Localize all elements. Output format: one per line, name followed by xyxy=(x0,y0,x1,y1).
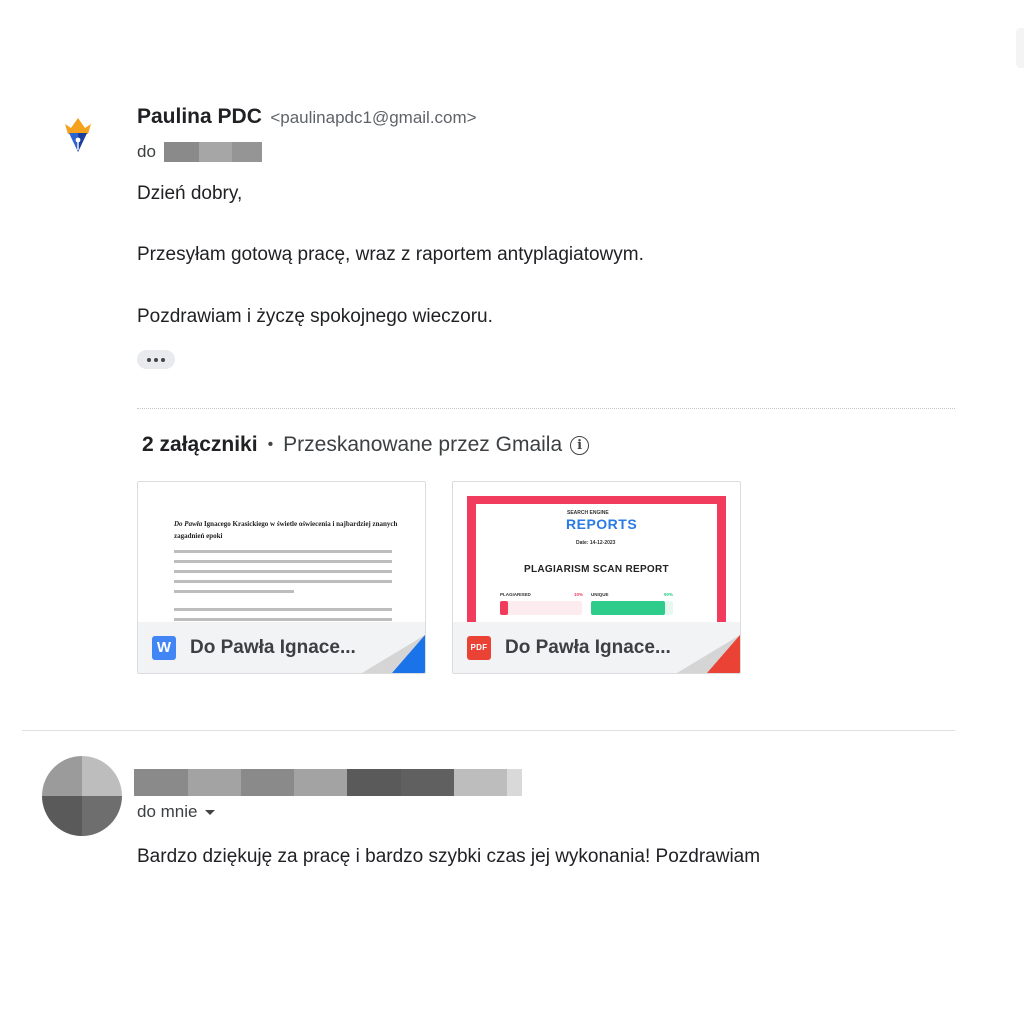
body-closing: Pozdrawiam i życzę spokojnego wieczoru. xyxy=(137,306,493,327)
sender-avatar-redacted[interactable] xyxy=(42,756,122,836)
attachment-preview-document: Do Pawła Ignacego Krasickiego w świetle … xyxy=(138,482,425,622)
separator-dot: • xyxy=(267,436,274,453)
chevron-down-icon xyxy=(205,809,216,815)
scanned-by-gmail-label: Przeskanowane przez Gmaila xyxy=(283,433,563,456)
preview-doc-title: Do Pawła Ignacego Krasickiego w świetle … xyxy=(174,520,398,540)
attachments-count: 2 załączniki xyxy=(142,433,258,456)
attachment-preview-pdf: SEARCH ENGINE REPORTS Date: 14-12-2023 P… xyxy=(453,482,740,622)
body-main: Przesyłam gotową pracę, wraz z raportem … xyxy=(137,244,644,265)
report-logo: REPORTS xyxy=(566,516,638,532)
report-title: PLAGIARISM SCAN REPORT xyxy=(524,564,669,575)
unique-pct: 90% xyxy=(664,592,674,597)
unique-label: UNIQUE xyxy=(591,592,609,597)
sender-avatar-logo xyxy=(62,114,94,154)
to-label: do xyxy=(137,142,156,161)
show-trimmed-content-button[interactable] xyxy=(137,350,175,369)
sender-email: <paulinapdc1@gmail.com> xyxy=(270,108,477,127)
plagiarised-bar-fill xyxy=(500,601,509,615)
file-type-corner-icon xyxy=(362,635,425,673)
plagiarised-pct: 10% xyxy=(574,592,584,597)
attachments-header: 2 załączniki • Przeskanowane przez Gmail… xyxy=(142,433,590,457)
attachment-footer: W Do Pawła Ignace... xyxy=(138,622,425,673)
pdf-preview-page: SEARCH ENGINE REPORTS Date: 14-12-2023 P… xyxy=(476,504,717,622)
attachment-card-pdf[interactable]: SEARCH ENGINE REPORTS Date: 14-12-2023 P… xyxy=(452,481,741,674)
word-doc-icon: W xyxy=(152,635,176,660)
plagiarised-bar xyxy=(500,601,582,615)
ellipsis-dot-icon xyxy=(161,357,165,362)
unique-bar-fill xyxy=(591,601,665,615)
recipient-line: do xyxy=(137,142,262,162)
info-icon[interactable]: i xyxy=(570,435,590,455)
recipient-details-toggle[interactable]: do mnie xyxy=(137,802,216,822)
plagiarised-label: PLAGIARISED xyxy=(500,592,531,597)
recipient-redacted xyxy=(163,142,262,162)
attachment-card-word[interactable]: Do Pawła Ignacego Krasickiego w świetle … xyxy=(137,481,426,674)
attachment-footer: PDF Do Pawła Ignace... xyxy=(453,622,740,673)
unique-bar xyxy=(591,601,673,615)
scrollbar[interactable] xyxy=(1016,28,1024,68)
ellipsis-dot-icon xyxy=(154,357,158,362)
ellipsis-dot-icon xyxy=(147,357,151,362)
to-me-label: do mnie xyxy=(137,802,198,821)
attachment-filename: Do Pawła Ignace... xyxy=(505,636,671,658)
report-date: Date: 14-12-2023 xyxy=(576,540,616,546)
attachment-filename: Do Pawła Ignace... xyxy=(190,636,356,658)
attachments-divider xyxy=(137,408,955,409)
reply-body: Bardzo dziękuję za pracę i bardzo szybki… xyxy=(137,846,761,867)
pdf-icon: PDF xyxy=(467,635,491,660)
message-divider xyxy=(22,730,955,731)
sender-name[interactable]: Paulina PDC xyxy=(137,105,262,128)
sender-name-redacted xyxy=(134,769,522,796)
sender-line: Paulina PDC <paulinapdc1@gmail.com> xyxy=(137,105,477,129)
body-greeting: Dzień dobry, xyxy=(137,183,243,204)
file-type-corner-icon xyxy=(677,635,740,673)
